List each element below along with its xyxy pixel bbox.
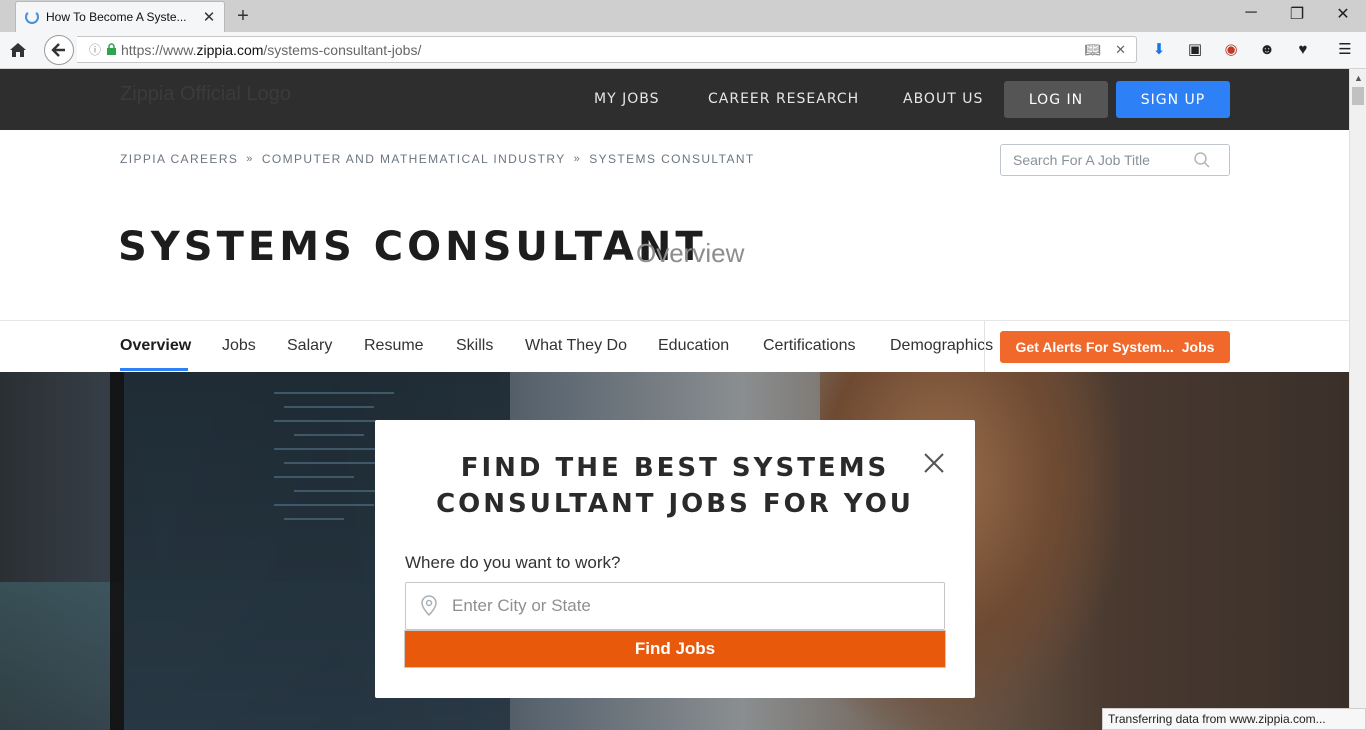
minimize-icon[interactable]: ─	[1236, 4, 1266, 22]
browser-tab-bar: How To Become A Syste... ✕ + ─ ❐ ✕	[0, 0, 1366, 32]
back-arrow-icon	[51, 43, 65, 57]
scroll-up-icon[interactable]: ▲	[1354, 73, 1363, 83]
breadcrumb-item[interactable]: COMPUTER AND MATHEMATICAL INDUSTRY	[262, 152, 566, 166]
tab-overview[interactable]: Overview	[120, 337, 191, 355]
job-search-input[interactable]	[1013, 152, 1193, 168]
browser-tab[interactable]: How To Become A Syste... ✕	[15, 1, 225, 32]
tab-certifications[interactable]: Certifications	[763, 337, 855, 355]
lock-icon[interactable]	[106, 43, 117, 56]
extension-icon[interactable]: ◉	[1221, 40, 1241, 60]
breadcrumb-item[interactable]: SYSTEMS CONSULTANT	[589, 152, 754, 166]
nav-about-us[interactable]: ABOUT US	[903, 91, 983, 107]
job-alerts-button[interactable]: Get Alerts For System... Jobs	[1000, 331, 1230, 363]
tab-salary[interactable]: Salary	[287, 337, 332, 355]
restore-icon[interactable]: ❐	[1282, 4, 1312, 24]
job-search-box	[1000, 144, 1230, 176]
tab-close-icon[interactable]: ✕	[200, 8, 218, 26]
breadcrumb: ZIPPIA CAREERS » COMPUTER AND MATHEMATIC…	[120, 152, 755, 166]
nav-career-research[interactable]: CAREER RESEARCH	[708, 91, 859, 107]
loading-spinner-icon	[25, 10, 39, 24]
reader-view-icon[interactable]: 📖︎	[1085, 42, 1102, 58]
pocket-icon[interactable]: ♥	[1293, 40, 1313, 60]
site-logo[interactable]: Zippia Official Logo	[120, 83, 291, 106]
location-label: Where do you want to work?	[405, 553, 621, 572]
active-tab-indicator	[120, 368, 188, 371]
map-pin-icon	[421, 595, 437, 617]
stop-icon[interactable]: ✕	[1115, 42, 1126, 58]
tab-demographics[interactable]: Demographics	[890, 337, 993, 355]
site-header: Zippia Official Logo MY JOBS CAREER RESE…	[0, 69, 1349, 130]
tab-jobs[interactable]: Jobs	[222, 337, 256, 355]
page-title: SYSTEMS CONSULTANT	[118, 224, 707, 270]
login-button[interactable]: LOG IN	[1004, 81, 1108, 118]
menu-icon[interactable]: ☰	[1335, 40, 1355, 60]
modal-title: FIND THE BEST SYSTEMS CONSULTANT JOBS FO…	[405, 450, 945, 522]
divider	[984, 321, 985, 372]
alert-suffix: Jobs	[1181, 339, 1215, 355]
job-search-modal: FIND THE BEST SYSTEMS CONSULTANT JOBS FO…	[375, 420, 975, 698]
location-field	[405, 582, 945, 630]
chevron-right-icon: »	[246, 153, 254, 165]
url-text[interactable]: https://www.zippia.com/systems-consultan…	[121, 42, 1085, 58]
section-tabs: Overview Jobs Salary Resume Skills What …	[0, 320, 1349, 372]
nav-my-jobs[interactable]: MY JOBS	[594, 91, 659, 107]
tab-what-they-do[interactable]: What They Do	[525, 337, 627, 355]
download-icon[interactable]: ⬇	[1149, 40, 1169, 60]
browser-toolbar: ⓘ https://www.zippia.com/systems-consult…	[0, 32, 1366, 69]
address-bar[interactable]: ⓘ https://www.zippia.com/systems-consult…	[77, 36, 1137, 63]
tab-skills[interactable]: Skills	[456, 337, 493, 355]
tab-title: How To Become A Syste...	[46, 10, 187, 24]
find-jobs-button[interactable]: Find Jobs	[404, 630, 946, 668]
location-input[interactable]	[452, 596, 932, 616]
emoji-extension-icon[interactable]: ☻	[1257, 40, 1277, 60]
new-tab-icon[interactable]: +	[233, 5, 253, 28]
window-close-icon[interactable]: ✕	[1328, 4, 1358, 24]
tab-education[interactable]: Education	[658, 337, 729, 355]
back-button[interactable]	[44, 35, 74, 65]
page-subtitle: Overview	[636, 238, 745, 268]
status-bar: Transferring data from www.zippia.com...	[1102, 708, 1366, 730]
alert-label: Get Alerts For System...	[1015, 339, 1174, 355]
modal-title-line: CONSULTANT JOBS FOR YOU	[436, 489, 914, 519]
modal-title-line: FIND THE BEST SYSTEMS	[460, 453, 890, 483]
scroll-thumb[interactable]	[1352, 87, 1364, 105]
info-icon[interactable]: ⓘ	[89, 41, 101, 58]
page-scrollbar[interactable]: ▲	[1349, 69, 1366, 730]
search-icon[interactable]	[1193, 151, 1211, 169]
chevron-right-icon: »	[573, 153, 582, 165]
signup-button[interactable]: SIGN UP	[1116, 81, 1230, 118]
tab-resume[interactable]: Resume	[364, 337, 424, 355]
sidebar-icon[interactable]: ▣	[1185, 40, 1205, 60]
home-icon[interactable]	[8, 40, 28, 60]
breadcrumb-item[interactable]: ZIPPIA CAREERS	[120, 152, 238, 166]
